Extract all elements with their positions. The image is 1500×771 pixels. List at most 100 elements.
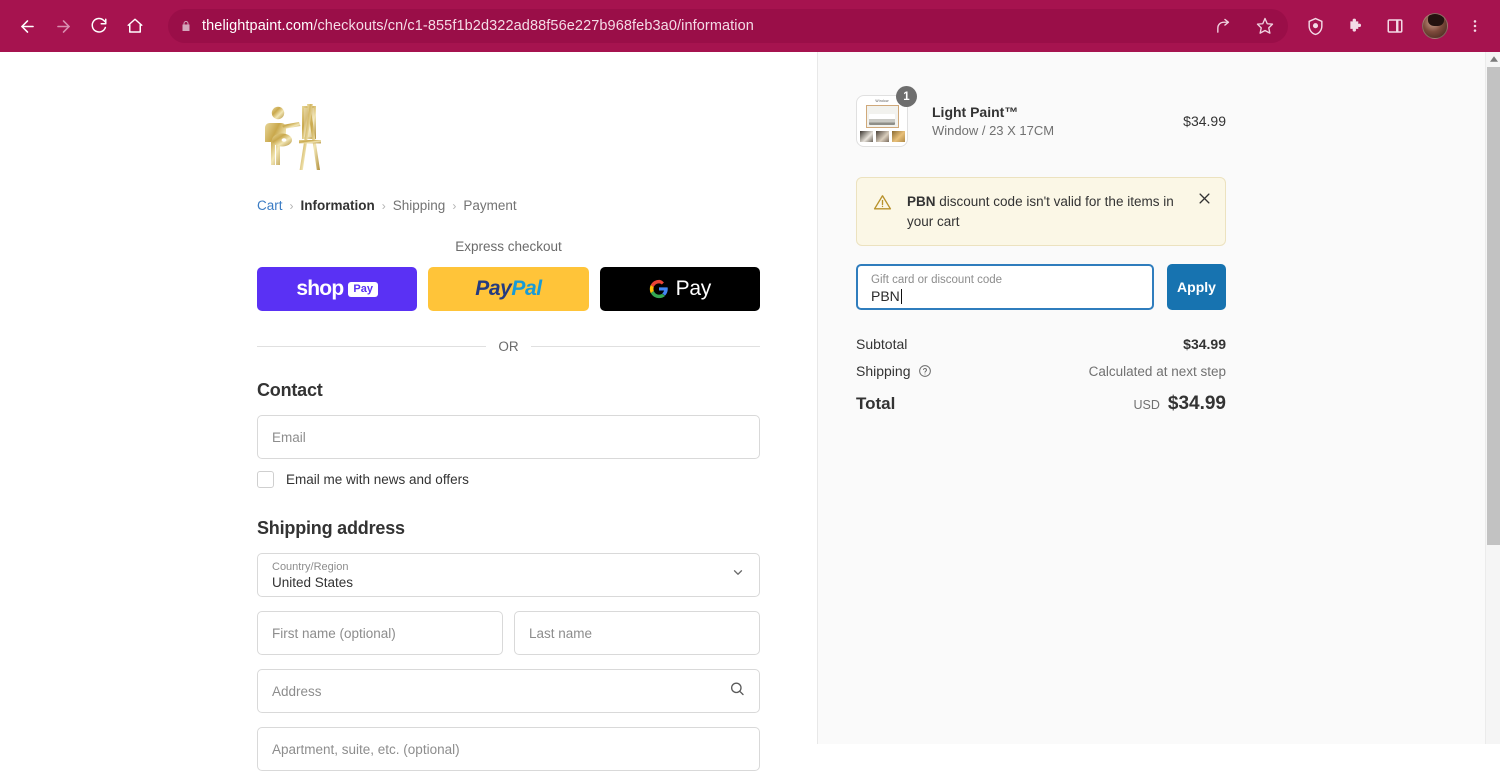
breadcrumb-item-information: Information	[300, 198, 375, 213]
total-currency: USD	[1133, 398, 1160, 413]
side-panel-button[interactable]	[1382, 13, 1408, 39]
product-variant: Window / 23 X 17CM	[932, 123, 1055, 138]
extensions-button[interactable]	[1342, 13, 1368, 39]
subtotal-label: Subtotal	[856, 336, 908, 353]
shop-pay-pill: Pay	[348, 281, 378, 297]
name-fields-row: First name (optional) Last name	[257, 597, 760, 655]
text-caret	[900, 288, 902, 304]
shipping-label: Shipping	[856, 363, 911, 380]
country-region-select[interactable]: Country/Region United States	[257, 553, 760, 597]
order-totals: Subtotal $34.99 Shipping Calculated at n…	[856, 336, 1226, 415]
home-icon	[127, 18, 143, 33]
shipping-row: Shipping Calculated at next step	[856, 363, 1226, 379]
shield-icon	[1307, 17, 1323, 35]
side-panel-icon	[1387, 19, 1403, 33]
google-pay-logo: Pay	[649, 277, 711, 301]
newsletter-checkbox-row[interactable]: Email me with news and offers	[257, 471, 760, 488]
store-logo[interactable]	[257, 98, 337, 174]
address-bar[interactable]: thelightpaint.com/checkouts/cn/c1-855f1b…	[168, 9, 1288, 43]
discount-code-text: PBN	[871, 288, 900, 305]
last-name-field[interactable]: Last name	[514, 611, 760, 655]
breadcrumb-item-payment: Payment	[463, 198, 517, 213]
forward-button[interactable]	[46, 9, 80, 43]
thumbnail-scene	[869, 114, 895, 125]
lock-icon	[180, 19, 192, 33]
quantity-badge: 1	[896, 86, 917, 107]
paypal-word-2: Pal	[511, 277, 542, 300]
breadcrumb-separator: ›	[452, 198, 457, 213]
country-region-value: United States	[272, 575, 354, 591]
scroll-up-icon	[1489, 56, 1498, 62]
breadcrumb-separator: ›	[381, 198, 386, 213]
question-circle-icon[interactable]	[918, 364, 932, 378]
apartment-field[interactable]: Apartment, suite, etc. (optional)	[257, 727, 760, 771]
back-button[interactable]	[10, 9, 44, 43]
newsletter-checkbox[interactable]	[257, 471, 274, 488]
product-info: Light Paint™ Window / 23 X 17CM	[932, 104, 1183, 138]
extensions-puzzle-icon	[1349, 18, 1361, 32]
alert-message-text: discount code isn't valid for the items …	[907, 194, 1174, 229]
three-dot-menu-icon	[1473, 20, 1477, 32]
forward-arrow-icon	[56, 19, 70, 33]
shield-button[interactable]	[1302, 13, 1328, 39]
thumbnail-swatches	[858, 130, 906, 143]
apply-discount-button[interactable]: Apply	[1167, 264, 1226, 311]
address-placeholder: Address	[272, 683, 322, 699]
checkout-form-panel: Cart › Information › Shipping › Payment …	[0, 52, 818, 771]
email-field[interactable]: Email	[257, 415, 760, 459]
browser-toolbar: thelightpaint.com/checkouts/cn/c1-855f1b…	[0, 0, 1500, 52]
back-arrow-icon	[20, 19, 34, 33]
paypal-word-1: Pay	[475, 277, 512, 300]
address-field[interactable]: Address	[257, 669, 760, 713]
breadcrumb-separator: ›	[289, 198, 294, 213]
shop-pay-logo: shop Pay	[296, 277, 378, 301]
shop-pay-button[interactable]: shop Pay	[257, 267, 418, 311]
avatar[interactable]	[1422, 13, 1448, 39]
google-g-icon	[649, 279, 668, 299]
divider-line-right	[530, 346, 760, 347]
product-title: Light Paint™	[932, 104, 1019, 120]
chevron-down-icon	[731, 566, 745, 585]
scrollbar-up-arrow[interactable]	[1486, 52, 1500, 66]
subtotal-row: Subtotal $34.99	[856, 336, 1226, 352]
search-icon[interactable]	[729, 681, 745, 702]
address-bar-actions	[1210, 9, 1278, 43]
discount-code-label: Gift card or discount code	[871, 273, 1003, 286]
first-name-placeholder: First name (optional)	[272, 625, 396, 641]
scrollbar-thumb[interactable]	[1487, 67, 1500, 545]
discount-code-input[interactable]: Gift card or discount code PBN	[856, 264, 1154, 311]
express-checkout-buttons: shop Pay PayPal Pay	[257, 267, 760, 311]
divider-line-left	[257, 346, 487, 347]
google-pay-label: Pay	[675, 277, 712, 300]
paypal-button[interactable]: PayPal	[428, 267, 589, 311]
home-button[interactable]	[118, 9, 152, 43]
share-icon	[1216, 18, 1229, 33]
discount-error-alert: PBN discount code isn't valid for the it…	[856, 177, 1226, 247]
product-price: $34.99	[1183, 113, 1226, 129]
swatch-3	[890, 130, 906, 143]
bookmark-button[interactable]	[1252, 13, 1278, 39]
warning-triangle-icon	[873, 193, 892, 217]
alert-code: PBN	[907, 194, 936, 209]
page-scrollbar[interactable]	[1485, 52, 1500, 744]
discount-code-row: Gift card or discount code PBN Apply	[856, 264, 1226, 311]
total-value-group: USD $34.99	[1133, 393, 1226, 415]
total-row: Total USD $34.99	[856, 393, 1226, 415]
first-name-field[interactable]: First name (optional)	[257, 611, 503, 655]
or-label: OR	[498, 339, 519, 354]
chrome-menu-button[interactable]	[1462, 13, 1488, 39]
bookmark-star-icon	[1256, 17, 1274, 34]
google-pay-button[interactable]: Pay	[599, 267, 760, 311]
close-icon[interactable]	[1197, 191, 1213, 207]
alert-message: PBN discount code isn't valid for the it…	[907, 192, 1183, 231]
reload-button[interactable]	[82, 9, 116, 43]
paypal-logo: PayPal	[475, 277, 542, 301]
thumbnail-frame	[865, 105, 899, 128]
swatch-1	[858, 130, 874, 143]
express-checkout-heading: Express checkout	[455, 239, 562, 254]
share-button[interactable]	[1210, 13, 1236, 39]
url-text: thelightpaint.com/checkouts/cn/c1-855f1b…	[202, 18, 754, 34]
reload-icon	[91, 17, 107, 33]
total-amount: $34.99	[1167, 393, 1226, 415]
breadcrumb-item-cart[interactable]: Cart	[257, 198, 283, 213]
